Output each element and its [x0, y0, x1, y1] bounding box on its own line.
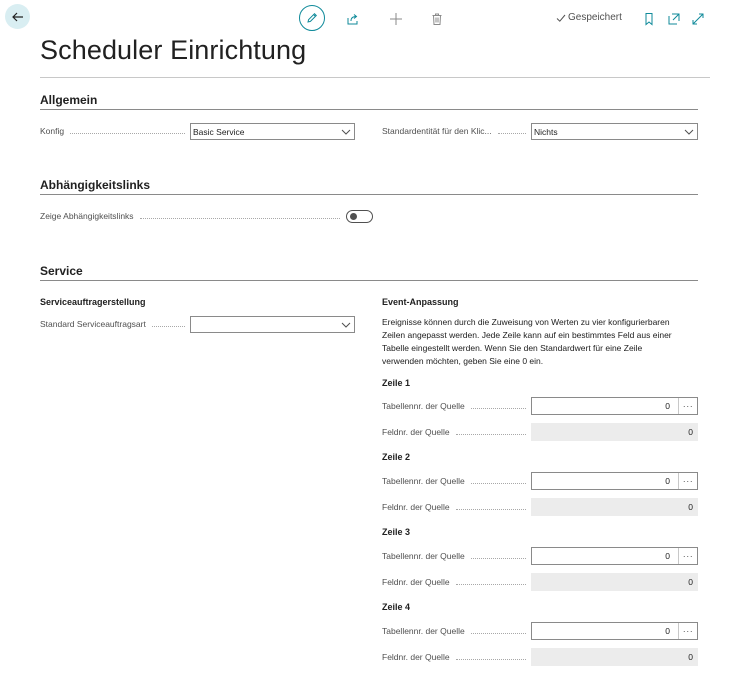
ellipsis-icon[interactable]: ···	[678, 548, 697, 564]
line-4-table-input[interactable]: 0 ···	[531, 622, 698, 640]
konfig-select[interactable]: Basic Service	[190, 123, 355, 140]
pencil-icon	[307, 12, 318, 23]
line-2-field-label: Feldnr. der Quelle	[382, 502, 526, 512]
toggle-knob	[350, 213, 357, 220]
section-divider-service	[40, 280, 698, 281]
line-1-field-label: Feldnr. der Quelle	[382, 427, 526, 437]
line-3-table-label: Tabellennr. der Quelle	[382, 551, 526, 561]
event-customization-description: Ereignisse können durch die Zuweisung vo…	[382, 317, 672, 366]
ellipsis-icon[interactable]: ···	[678, 473, 697, 489]
ellipsis-icon[interactable]: ···	[678, 398, 697, 414]
new-button[interactable]	[383, 6, 409, 32]
chevron-down-icon	[338, 129, 354, 135]
standard-entity-value: Nichts	[534, 126, 558, 137]
line-3-heading: Zeile 3	[382, 527, 411, 537]
konfig-label: Konfig	[40, 126, 185, 136]
checkmark-icon	[556, 14, 566, 22]
line-4-heading: Zeile 4	[382, 602, 411, 612]
line-3-table-input[interactable]: 0 ···	[531, 547, 698, 565]
section-divider-general	[40, 109, 698, 110]
edit-button[interactable]	[299, 5, 325, 31]
arrow-left-icon	[11, 12, 23, 21]
show-dependency-links-toggle[interactable]	[346, 210, 373, 223]
standard-entity-select[interactable]: Nichts	[531, 123, 698, 140]
back-button[interactable]	[5, 4, 30, 29]
line-1-field-value: 0	[531, 423, 698, 441]
saved-status: Gespeichert	[556, 12, 622, 23]
expand-icon	[692, 13, 704, 25]
order-type-select[interactable]	[190, 316, 355, 333]
open-new-window-icon	[668, 13, 680, 25]
line-2-heading: Zeile 2	[382, 452, 411, 462]
line-2-table-label: Tabellennr. der Quelle	[382, 476, 526, 486]
order-type-label: Standard Serviceauftragsart	[40, 319, 185, 329]
section-title-dependencies[interactable]: Abhängigkeitslinks	[40, 178, 150, 192]
line-2-table-input[interactable]: 0 ···	[531, 472, 698, 490]
plus-icon	[390, 13, 402, 25]
line-4-table-label: Tabellennr. der Quelle	[382, 626, 526, 636]
line-1-heading: Zeile 1	[382, 378, 411, 388]
share-icon	[347, 14, 358, 25]
chevron-down-icon	[338, 322, 354, 328]
line-1-table-label: Tabellennr. der Quelle	[382, 401, 526, 411]
event-customization-heading: Event-Anpassung	[382, 297, 459, 307]
delete-button[interactable]	[424, 6, 450, 32]
trash-icon	[432, 13, 442, 25]
line-3-field-label: Feldnr. der Quelle	[382, 577, 526, 587]
line-4-field-label: Feldnr. der Quelle	[382, 652, 526, 662]
line-4-field-value: 0	[531, 648, 698, 666]
section-title-service[interactable]: Service	[40, 264, 83, 278]
open-new-window-button[interactable]	[661, 6, 687, 32]
section-title-general[interactable]: Allgemein	[40, 93, 97, 107]
expand-button[interactable]	[685, 6, 711, 32]
show-dependency-links-label: Zeige Abhängigkeitslinks	[40, 211, 340, 221]
line-3-field-value: 0	[531, 573, 698, 591]
konfig-value: Basic Service	[193, 126, 245, 137]
saved-label: Gespeichert	[568, 12, 622, 23]
share-button[interactable]	[340, 6, 366, 32]
page-title: Scheduler Einrichtung	[40, 35, 307, 65]
ellipsis-icon[interactable]: ···	[678, 623, 697, 639]
section-divider-dependencies	[40, 194, 698, 195]
line-2-field-value: 0	[531, 498, 698, 516]
standard-entity-label: Standardentität für den Klic...	[382, 126, 526, 136]
title-divider	[40, 77, 710, 78]
bookmark-icon	[645, 13, 653, 26]
line-1-table-input[interactable]: 0 ···	[531, 397, 698, 415]
order-creation-heading: Serviceauftragerstellung	[40, 297, 146, 307]
chevron-down-icon	[681, 129, 697, 135]
bookmark-button[interactable]	[636, 6, 662, 32]
